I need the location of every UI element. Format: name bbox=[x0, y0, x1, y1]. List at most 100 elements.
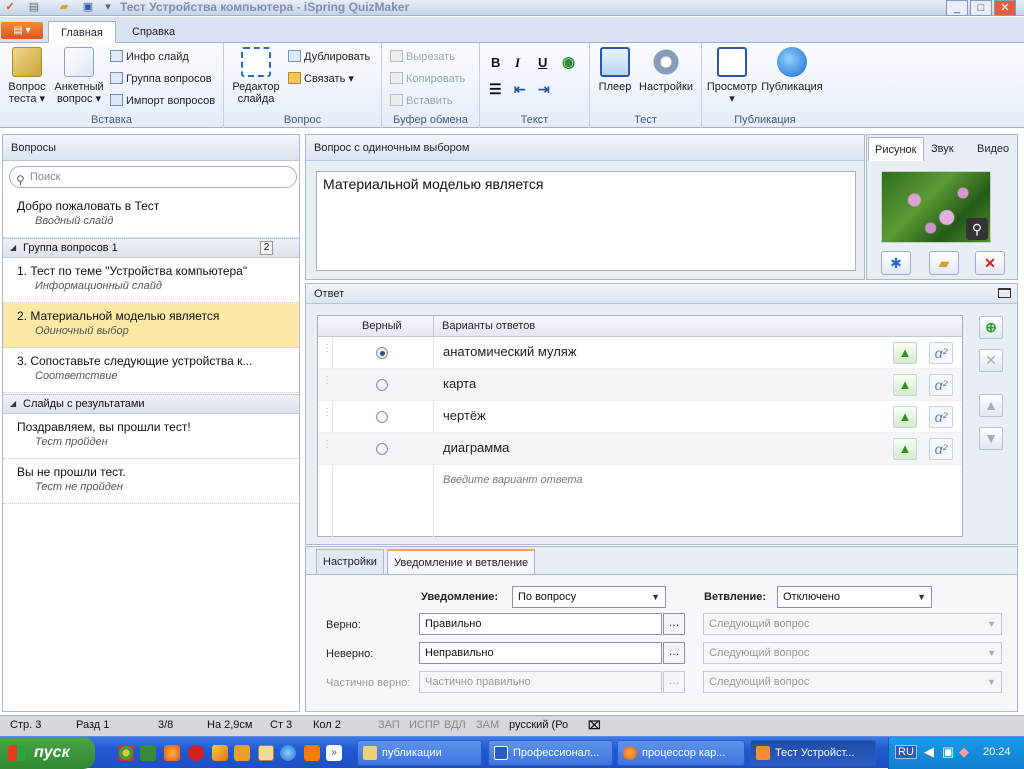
firefox-icon[interactable] bbox=[164, 745, 180, 761]
open-folder-icon[interactable]: ▰ bbox=[56, 0, 72, 15]
question-group-button[interactable]: Группа вопросов bbox=[110, 71, 212, 87]
italic-button[interactable]: I bbox=[515, 55, 520, 71]
new-answer-row[interactable]: Введите вариант ответа bbox=[318, 465, 962, 497]
player-button[interactable]: Плеер bbox=[596, 47, 634, 93]
image-settings-button[interactable]: ✱ bbox=[881, 251, 911, 275]
taskbar-item-folder[interactable]: публикации bbox=[357, 740, 482, 766]
partial-branch-select[interactable]: Следующий вопрос ▼ bbox=[703, 671, 1002, 693]
open-image-button[interactable]: ▰ bbox=[929, 251, 959, 275]
feedback-select[interactable]: По вопросу ▼ bbox=[512, 586, 666, 608]
add-image-icon[interactable]: ▲ bbox=[893, 438, 917, 460]
slide-intro[interactable]: Добро пожаловать в Тест Вводный слайд bbox=[3, 193, 299, 238]
partial-feedback-edit-button[interactable]: … bbox=[663, 671, 685, 693]
tab-settings[interactable]: Настройки bbox=[316, 549, 384, 574]
new-file-icon[interactable]: ▤ bbox=[26, 0, 42, 15]
correct-radio[interactable] bbox=[376, 347, 388, 359]
question-group-1[interactable]: ◢ Группа вопросов 1 2 bbox=[3, 238, 299, 258]
correct-radio[interactable] bbox=[376, 411, 388, 423]
slide-editor-button[interactable]: Редактор слайда bbox=[228, 47, 284, 105]
status-trk[interactable]: ИСПР bbox=[409, 719, 440, 731]
add-image-icon[interactable]: ▲ bbox=[893, 342, 917, 364]
status-rec[interactable]: ЗАП bbox=[378, 719, 400, 731]
delete-answer-button[interactable]: ✕ bbox=[979, 349, 1003, 372]
drag-handle-icon[interactable]: ⋮ bbox=[322, 376, 332, 386]
decrease-indent-icon[interactable]: ⇤ bbox=[514, 81, 526, 98]
taskbar-item-quizmaker[interactable]: Тест Устройст... bbox=[750, 740, 876, 766]
question-text-field[interactable]: Материальной моделью является bbox=[316, 171, 856, 271]
new-answer-placeholder[interactable]: Введите вариант ответа bbox=[443, 474, 583, 486]
result-slide-passed[interactable]: Поздравляем, вы прошли тест! Тест пройде… bbox=[3, 414, 299, 459]
zoom-magnifier-icon[interactable]: ⚲ bbox=[966, 218, 988, 240]
correct-radio[interactable] bbox=[376, 443, 388, 455]
paint-icon[interactable] bbox=[212, 745, 228, 761]
cut-button[interactable]: Вырезать bbox=[390, 49, 455, 65]
correct-branch-select[interactable]: Следующий вопрос ▼ bbox=[703, 613, 1002, 635]
start-button[interactable]: пуск bbox=[0, 737, 95, 769]
search-input[interactable]: ⚲ Поиск bbox=[9, 166, 297, 188]
partial-feedback-field[interactable]: Частично правильно bbox=[419, 671, 662, 693]
quiz-question-button[interactable]: Вопрос теста ▾ bbox=[6, 47, 48, 105]
add-image-icon[interactable]: ▲ bbox=[893, 406, 917, 428]
bullet-list-icon[interactable]: ☰ bbox=[489, 81, 502, 98]
app-logo-icon[interactable]: ✓ bbox=[2, 0, 18, 15]
answer-row[interactable]: ⋮ карта ▲ α² bbox=[318, 369, 962, 401]
question-image[interactable]: ⚲ bbox=[881, 171, 991, 243]
import-questions-button[interactable]: Импорт вопросов bbox=[110, 93, 215, 109]
status-language[interactable]: русский (Ро bbox=[509, 719, 568, 731]
security-shield-icon[interactable]: ◆ bbox=[959, 744, 969, 760]
move-down-button[interactable]: ▼ bbox=[979, 427, 1003, 450]
info-slide-button[interactable]: Инфо слайд bbox=[110, 49, 189, 65]
slide-item-2[interactable]: 2. Материальной моделью является Одиночн… bbox=[3, 303, 299, 348]
customize-quick-access-icon[interactable]: ▾ bbox=[100, 0, 116, 15]
tab-sound[interactable]: Звук bbox=[925, 137, 960, 161]
slide-item-1[interactable]: 1. Тест по теме "Устройства компьютера" … bbox=[3, 258, 299, 303]
media-icon[interactable] bbox=[234, 745, 250, 761]
maximize-button[interactable]: □ bbox=[970, 0, 992, 16]
publish-button[interactable]: Публикация bbox=[760, 47, 824, 93]
collapse-triangle-icon[interactable]: ◢ bbox=[10, 239, 16, 257]
tab-video[interactable]: Видео bbox=[971, 137, 1015, 161]
duplicate-button[interactable]: Дублировать bbox=[288, 49, 370, 65]
increase-indent-icon[interactable]: ⇥ bbox=[538, 81, 550, 98]
answer-row[interactable]: ⋮ анатомический муляж ▲ α² bbox=[318, 337, 962, 369]
save-icon[interactable]: ▣ bbox=[80, 0, 96, 15]
formula-alpha-icon[interactable]: α² bbox=[929, 438, 953, 460]
minimize-button[interactable]: _ bbox=[946, 0, 968, 16]
language-indicator[interactable]: RU bbox=[895, 745, 917, 759]
close-button[interactable]: ✕ bbox=[994, 0, 1016, 16]
add-image-icon[interactable]: ▲ bbox=[893, 374, 917, 396]
tab-picture[interactable]: Рисунок bbox=[868, 137, 924, 161]
collapse-triangle-icon[interactable]: ◢ bbox=[10, 395, 16, 413]
link-button[interactable]: Связать ▾ bbox=[288, 71, 354, 87]
preview-button[interactable]: Просмотр ▾ bbox=[706, 47, 758, 105]
chrome-icon[interactable] bbox=[118, 745, 134, 761]
file-menu-button[interactable]: ▤ ▾ bbox=[1, 22, 43, 39]
delete-image-button[interactable]: ✕ bbox=[975, 251, 1005, 275]
survey-question-button[interactable]: Анкетный вопрос ▾ bbox=[52, 47, 106, 105]
status-ovr[interactable]: ЗАМ bbox=[476, 719, 499, 731]
formula-alpha-icon[interactable]: α² bbox=[929, 342, 953, 364]
add-answer-button[interactable]: ⊕ bbox=[979, 316, 1003, 339]
drag-handle-icon[interactable]: ⋮ bbox=[322, 344, 332, 354]
answer-row[interactable]: ⋮ диаграмма ▲ α² bbox=[318, 433, 962, 465]
clock[interactable]: 20:24 bbox=[983, 746, 1011, 758]
odnoklassniki-icon[interactable] bbox=[304, 745, 320, 761]
drag-handle-icon[interactable]: ⋮ bbox=[322, 440, 332, 450]
correct-feedback-field[interactable]: Правильно bbox=[419, 613, 662, 635]
correct-feedback-edit-button[interactable]: … bbox=[663, 613, 685, 635]
move-up-button[interactable]: ▲ bbox=[979, 394, 1003, 417]
formula-alpha-icon[interactable]: α² bbox=[929, 374, 953, 396]
results-group[interactable]: ◢ Слайды с результатами bbox=[3, 394, 299, 414]
back-arrow-icon[interactable]: ◀ bbox=[924, 744, 934, 760]
maximize-panel-icon[interactable] bbox=[998, 288, 1011, 298]
ie-icon[interactable] bbox=[280, 745, 296, 761]
correct-radio[interactable] bbox=[376, 379, 388, 391]
branching-select[interactable]: Отключено ▼ bbox=[777, 586, 932, 608]
incorrect-feedback-field[interactable]: Неправильно bbox=[419, 642, 662, 664]
tab-feedback-branching[interactable]: Уведомление и ветвление bbox=[387, 549, 536, 574]
copy-button[interactable]: Копировать bbox=[390, 71, 465, 87]
network-icon[interactable]: ▣ bbox=[942, 744, 954, 760]
test-settings-button[interactable]: Настройки bbox=[638, 47, 694, 93]
drag-handle-icon[interactable]: ⋮ bbox=[322, 408, 332, 418]
app-icon[interactable] bbox=[140, 745, 156, 761]
